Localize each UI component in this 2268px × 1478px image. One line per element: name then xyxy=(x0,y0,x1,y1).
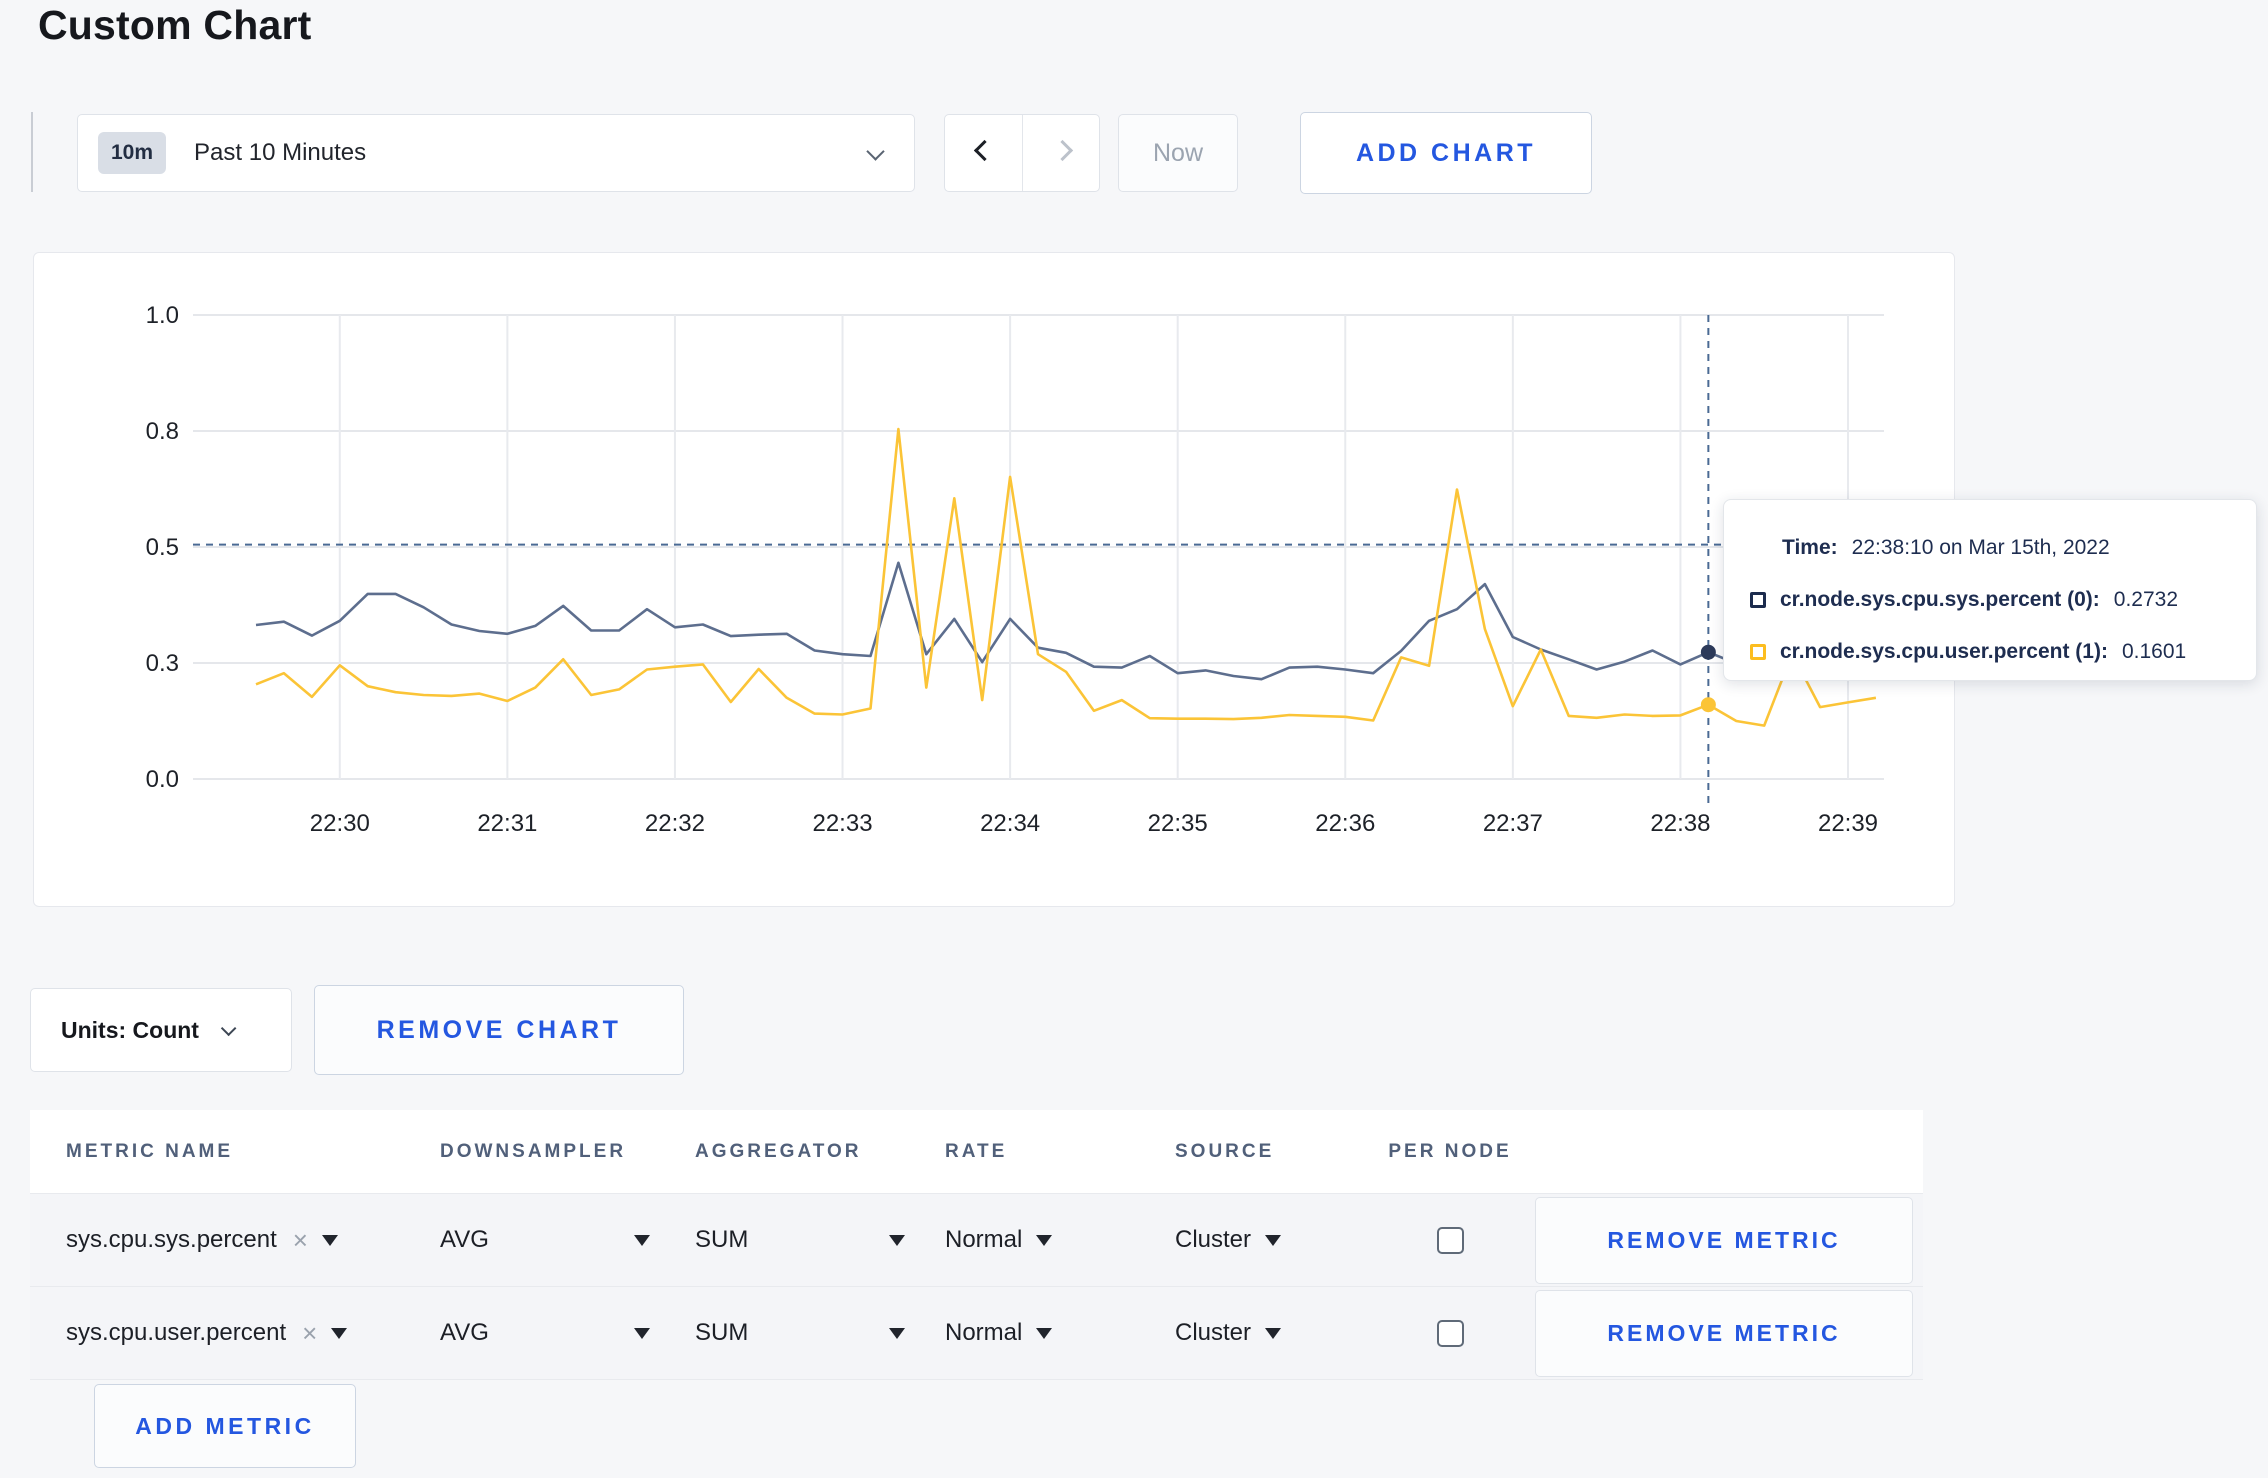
svg-text:22:32: 22:32 xyxy=(645,810,705,837)
svg-text:22:37: 22:37 xyxy=(1483,810,1543,837)
column-header-metric-name: METRIC NAME xyxy=(66,1140,234,1162)
downsampler-select[interactable]: AVG xyxy=(440,1319,650,1347)
time-back-button[interactable] xyxy=(945,115,1022,191)
svg-text:22:35: 22:35 xyxy=(1148,810,1208,837)
svg-text:22:34: 22:34 xyxy=(980,810,1040,837)
series-0-legend-swatch-icon xyxy=(1750,592,1766,608)
svg-text:0.0: 0.0 xyxy=(146,766,179,793)
dropdown-arrow-icon xyxy=(889,1234,905,1246)
column-header-downsampler: DOWNSAMPLER xyxy=(440,1140,627,1162)
series-1-legend-swatch-icon xyxy=(1750,644,1766,660)
remove-metric-button[interactable]: REMOVE METRIC xyxy=(1535,1289,1913,1377)
tooltip-time-value: 22:38:10 on Mar 15th, 2022 xyxy=(1851,536,2110,559)
svg-text:1.0: 1.0 xyxy=(146,302,179,329)
metrics-table: METRIC NAME DOWNSAMPLER AGGREGATOR RATE … xyxy=(30,1110,1923,1380)
aggregator-select[interactable]: SUM xyxy=(695,1226,905,1254)
metric-row-1: sys.cpu.user.percent × AVG SUM Normal Cl… xyxy=(30,1287,1923,1380)
tooltip-series-1-value: 0.1601 xyxy=(2121,640,2187,663)
metrics-table-header: METRIC NAME DOWNSAMPLER AGGREGATOR RATE … xyxy=(30,1110,1923,1194)
dropdown-arrow-icon xyxy=(634,1234,650,1246)
chevron-down-icon xyxy=(220,1020,237,1036)
column-header-per-node: PER NODE xyxy=(1388,1140,1512,1162)
tooltip-series-0-label: cr.node.sys.cpu.sys.percent (0): xyxy=(1780,588,2100,611)
rate-select[interactable]: Normal xyxy=(945,1226,1175,1254)
svg-text:22:39: 22:39 xyxy=(1818,810,1878,837)
remove-chart-button[interactable]: REMOVE CHART xyxy=(314,985,684,1075)
per-node-checkbox[interactable] xyxy=(1436,1226,1464,1254)
now-button[interactable]: Now xyxy=(1118,114,1238,192)
custom-chart-page: Custom Chart 10m Past 10 Minutes Now ADD… xyxy=(0,0,2268,1478)
time-range-label: Past 10 Minutes xyxy=(194,139,367,166)
chevron-left-icon xyxy=(973,139,996,162)
metric-row-0: sys.cpu.sys.percent × AVG SUM Normal Clu… xyxy=(30,1194,1923,1287)
source-select[interactable]: Cluster xyxy=(1175,1226,1365,1254)
svg-text:0.8: 0.8 xyxy=(146,418,179,445)
downsampler-select[interactable]: AVG xyxy=(440,1226,650,1254)
page-title: Custom Chart xyxy=(38,2,312,48)
per-node-checkbox[interactable] xyxy=(1436,1319,1464,1347)
time-nav-group xyxy=(944,114,1100,192)
dropdown-arrow-icon xyxy=(1036,1234,1053,1246)
clear-icon[interactable]: × xyxy=(302,1320,317,1346)
add-chart-button[interactable]: ADD CHART xyxy=(1300,112,1592,194)
dropdown-arrow-icon xyxy=(1036,1327,1053,1339)
column-header-aggregator: AGGREGATOR xyxy=(695,1140,862,1162)
svg-text:22:36: 22:36 xyxy=(1315,810,1375,837)
timeseries-chart[interactable]: 0.0 0.3 0.5 0.8 1.0 22:30 22:31 22:32 22:33 22:34… xyxy=(34,253,1953,905)
svg-text:22:38: 22:38 xyxy=(1650,810,1710,837)
svg-text:22:31: 22:31 xyxy=(477,810,537,837)
metric-name-select[interactable]: sys.cpu.user.percent × xyxy=(66,1319,440,1347)
source-select[interactable]: Cluster xyxy=(1175,1319,1365,1347)
chart-card[interactable]: 0.0 0.3 0.5 0.8 1.0 22:30 22:31 22:32 22:33 22:34… xyxy=(33,252,1955,907)
metric-name-value: sys.cpu.user.percent xyxy=(66,1319,287,1346)
remove-metric-button[interactable]: REMOVE METRIC xyxy=(1535,1196,1913,1284)
column-header-rate: RATE xyxy=(945,1140,1008,1162)
dropdown-arrow-icon xyxy=(634,1327,650,1339)
svg-text:22:33: 22:33 xyxy=(812,810,872,837)
dropdown-arrow-icon xyxy=(889,1327,905,1339)
dropdown-arrow-icon xyxy=(331,1327,348,1339)
time-forward-button[interactable] xyxy=(1021,115,1100,191)
metric-name-value: sys.cpu.sys.percent xyxy=(66,1226,277,1253)
chevron-right-icon xyxy=(1051,139,1073,162)
svg-text:22:30: 22:30 xyxy=(310,810,370,837)
dropdown-arrow-icon xyxy=(321,1234,338,1246)
time-range-select[interactable]: 10m Past 10 Minutes xyxy=(77,114,915,192)
add-metric-button[interactable]: ADD METRIC xyxy=(94,1384,356,1468)
aggregator-select[interactable]: SUM xyxy=(695,1319,905,1347)
tooltip-series-1-label: cr.node.sys.cpu.user.percent (1): xyxy=(1780,640,2108,663)
chevron-down-icon xyxy=(866,142,885,161)
dropdown-arrow-icon xyxy=(1265,1327,1282,1339)
dropdown-arrow-icon xyxy=(1265,1234,1282,1246)
clear-icon[interactable]: × xyxy=(293,1227,308,1253)
svg-text:0.3: 0.3 xyxy=(146,650,179,677)
metric-name-select[interactable]: sys.cpu.sys.percent × xyxy=(66,1226,440,1254)
tooltip-series-0-value: 0.2732 xyxy=(2113,588,2179,611)
tooltip-time-label: Time: xyxy=(1782,536,1838,559)
units-select-label: Units: Count xyxy=(61,1016,199,1043)
rate-select[interactable]: Normal xyxy=(945,1319,1175,1347)
svg-text:0.5: 0.5 xyxy=(146,534,179,561)
chart-tooltip: Time: 22:38:10 on Mar 15th, 2022 cr.node… xyxy=(1723,499,2257,681)
time-range-badge: 10m xyxy=(98,132,167,174)
units-select[interactable]: Units: Count xyxy=(30,988,292,1072)
column-header-source: SOURCE xyxy=(1175,1140,1275,1162)
toolbar-divider xyxy=(31,112,33,192)
